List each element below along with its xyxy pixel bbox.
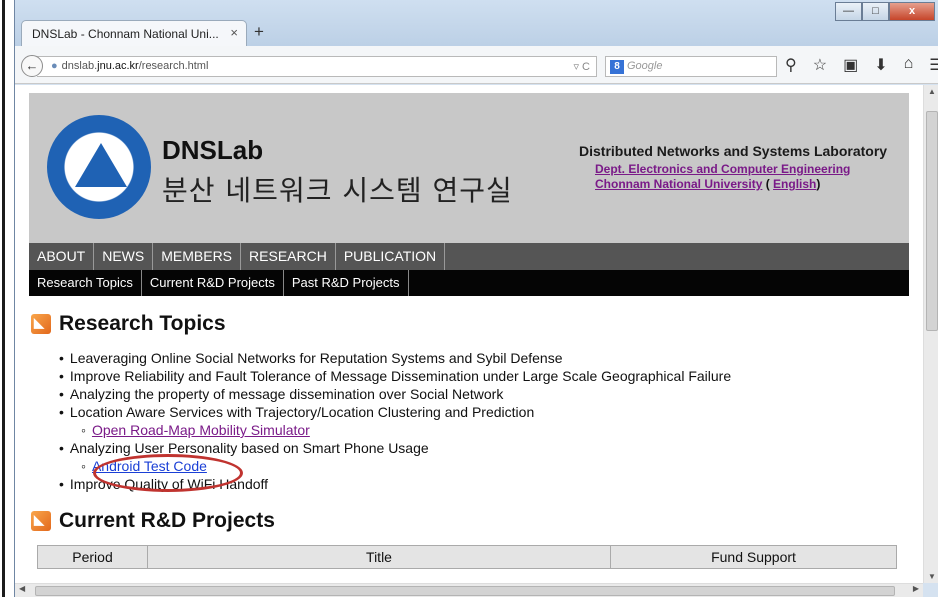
site-name: DNSLab bbox=[162, 135, 264, 165]
lab-name: Distributed Networks and Systems Laborat… bbox=[579, 143, 888, 159]
dept-link[interactable]: Dept. Electronics and Computer Engineeri… bbox=[595, 162, 850, 176]
research-topics-heading: Research Topics bbox=[31, 312, 909, 336]
column-header-title: Title bbox=[147, 545, 611, 569]
url-bar[interactable]: ● dnslab.jnu.ac.kr/research.html ▿ C bbox=[37, 56, 597, 77]
browser-window: DNSLab - Chonnam National Uni... × + — □… bbox=[14, 0, 938, 597]
site-name-korean: 분산 네트워크 시스템 연구실 bbox=[162, 174, 513, 207]
vertical-scrollbar[interactable]: ▲ ▼ bbox=[923, 85, 938, 583]
scroll-thumb[interactable] bbox=[926, 111, 938, 331]
rss-icon[interactable] bbox=[31, 314, 51, 334]
search-bar[interactable]: 8 Google bbox=[605, 56, 777, 77]
search-icon[interactable]: ⚲ bbox=[785, 55, 797, 75]
tab-bar: DNSLab - Chonnam National Uni... × + — □… bbox=[15, 0, 938, 47]
lab-logo bbox=[47, 115, 151, 219]
reload-icon[interactable]: ▿ C bbox=[573, 60, 590, 73]
list-item: Leaveraging Online Social Networks for R… bbox=[59, 349, 909, 367]
nav-item-news[interactable]: NEWS bbox=[94, 243, 154, 270]
annotation-oval bbox=[93, 454, 243, 492]
scroll-right-icon[interactable]: ▶ bbox=[913, 584, 919, 593]
globe-icon: ● bbox=[51, 60, 58, 72]
sub-list-item: Open Road-Map Mobility Simulator bbox=[59, 421, 909, 439]
scroll-down-icon[interactable]: ▼ bbox=[928, 572, 936, 581]
search-engine-icon: 8 bbox=[610, 60, 624, 74]
english-close: ) bbox=[816, 177, 821, 191]
column-header-fund: Fund Support bbox=[610, 545, 897, 569]
back-button[interactable]: ← bbox=[21, 55, 43, 77]
reading-list-icon[interactable]: ▣ bbox=[843, 55, 858, 75]
list-item: Improve Reliability and Fault Tolerance … bbox=[59, 367, 909, 385]
star-icon[interactable]: ☆ bbox=[813, 55, 827, 75]
scroll-up-icon[interactable]: ▲ bbox=[928, 87, 936, 96]
desktop-edge bbox=[0, 0, 14, 597]
browser-tab[interactable]: DNSLab - Chonnam National Uni... × bbox=[21, 20, 247, 47]
university-link[interactable]: Chonnam National University bbox=[595, 177, 762, 191]
subnav-item-research-topics[interactable]: Research Topics bbox=[29, 270, 142, 296]
main-nav: ABOUT NEWS MEMBERS RESEARCH PUBLICATION bbox=[29, 243, 909, 270]
english-link[interactable]: English bbox=[773, 177, 816, 191]
nav-item-publication[interactable]: PUBLICATION bbox=[336, 243, 446, 270]
horizontal-scrollbar[interactable]: ◀ ▶ bbox=[15, 583, 923, 597]
subnav-item-past-projects[interactable]: Past R&D Projects bbox=[284, 270, 409, 296]
nav-item-research[interactable]: RESEARCH bbox=[241, 243, 336, 270]
menu-icon[interactable]: ☰ bbox=[929, 55, 938, 75]
page-viewport: DNSLab 분산 네트워크 시스템 연구실 Distributed Netwo… bbox=[15, 85, 923, 583]
tab-close-icon[interactable]: × bbox=[230, 25, 238, 40]
minimize-button[interactable]: — bbox=[835, 2, 862, 21]
toolbar-icons: ⚲ ☆ ▣ ⬇ ⌂ ☰ bbox=[785, 55, 938, 75]
current-projects-title: Current R&D Projects bbox=[59, 509, 275, 532]
download-icon[interactable]: ⬇ bbox=[874, 55, 887, 75]
current-projects-heading: Current R&D Projects bbox=[31, 509, 909, 533]
university-line: Chonnam National University ( English) bbox=[595, 177, 820, 191]
url-path: /research.html bbox=[138, 60, 209, 72]
page-content: DNSLab 분산 네트워크 시스템 연구실 Distributed Netwo… bbox=[29, 93, 909, 569]
rss-icon[interactable] bbox=[31, 511, 51, 531]
maximize-button[interactable]: □ bbox=[862, 2, 889, 21]
close-button[interactable]: x bbox=[889, 2, 935, 21]
tab-title: DNSLab - Chonnam National Uni... bbox=[32, 27, 219, 41]
url-host: jnu.ac.kr bbox=[97, 60, 139, 72]
list-item: Location Aware Services with Trajectory/… bbox=[59, 403, 909, 421]
navigation-bar: ● dnslab.jnu.ac.kr/research.html ▿ C ← 8G… bbox=[15, 46, 938, 84]
english-open: ( bbox=[762, 177, 774, 191]
site-header: DNSLab 분산 네트워크 시스템 연구실 Distributed Netwo… bbox=[29, 93, 909, 243]
window-controls: — □ x bbox=[835, 2, 935, 22]
nav-item-members[interactable]: MEMBERS bbox=[153, 243, 242, 270]
simulator-link[interactable]: Open Road-Map Mobility Simulator bbox=[92, 422, 310, 438]
logo-triangle bbox=[75, 143, 127, 187]
nav-item-about[interactable]: ABOUT bbox=[29, 243, 95, 270]
projects-table: Period Title Fund Support bbox=[37, 545, 897, 569]
scroll-left-icon[interactable]: ◀ bbox=[19, 584, 25, 593]
sub-nav: Research Topics Current R&D Projects Pas… bbox=[29, 270, 909, 296]
arrow-left-icon: ← bbox=[25, 58, 39, 73]
screenshot-frame: DNSLab - Chonnam National Uni... × + — □… bbox=[0, 0, 938, 597]
research-topics-title: Research Topics bbox=[59, 312, 226, 335]
home-icon[interactable]: ⌂ bbox=[904, 55, 914, 75]
list-item: Analyzing the property of message dissem… bbox=[59, 385, 909, 403]
scroll-thumb-horizontal[interactable] bbox=[35, 586, 895, 596]
new-tab-button[interactable]: + bbox=[254, 22, 264, 42]
search-placeholder: Google bbox=[627, 60, 663, 72]
url-prefix: dnslab. bbox=[61, 60, 98, 72]
column-header-period: Period bbox=[37, 545, 148, 569]
subnav-item-current-projects[interactable]: Current R&D Projects bbox=[142, 270, 284, 296]
